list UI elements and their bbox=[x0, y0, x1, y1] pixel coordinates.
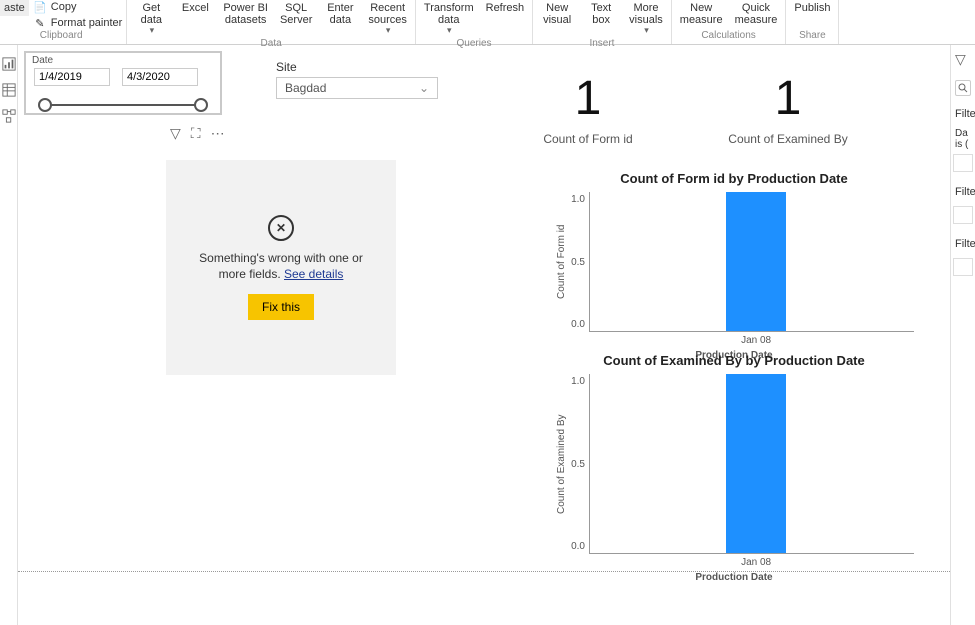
filter-box-3[interactable] bbox=[953, 258, 973, 276]
slicer-track bbox=[38, 98, 208, 112]
slicer-to-input[interactable] bbox=[122, 68, 198, 86]
format-painter-label: Format painter bbox=[51, 17, 123, 29]
filters-heading-3: Filte bbox=[951, 232, 975, 256]
fix-this-button[interactable]: Fix this bbox=[248, 294, 314, 320]
copy-button[interactable]: 📄 Copy bbox=[33, 0, 77, 14]
more-options-icon[interactable]: ⋯ bbox=[211, 125, 225, 142]
filter-card-date[interactable]: Da is ( bbox=[951, 126, 975, 152]
sql-server-button[interactable]: SQLServer bbox=[276, 0, 316, 28]
ribbon-group-data: Getdata▾ Excel Power BIdatasets SQLServe… bbox=[127, 0, 416, 44]
ribbon-group-share: Publish Share bbox=[786, 0, 839, 44]
card1-value: 1 bbox=[498, 71, 678, 126]
clipboard-group-label: Clipboard bbox=[40, 30, 83, 42]
ribbon-group-insert: Newvisual Textbox Morevisuals▾ Insert bbox=[533, 0, 672, 44]
see-details-link[interactable]: See details bbox=[284, 267, 343, 281]
chart2-x-tick: Jan 08 bbox=[726, 557, 786, 568]
filters-pane[interactable]: ▽ Filte Da is ( Filte Filte bbox=[950, 45, 975, 625]
excel-button[interactable]: Excel bbox=[175, 0, 215, 16]
filter-box-1[interactable] bbox=[953, 154, 973, 172]
ribbon-group-clipboard: aste 📄 Copy ✎ Format painter Clipboard bbox=[0, 0, 127, 44]
chart1-title: Count of Form id by Production Date bbox=[554, 171, 914, 186]
card2-value: 1 bbox=[698, 71, 878, 126]
error-message: Something's wrong with one or more field… bbox=[186, 251, 376, 282]
more-visuals-button[interactable]: Morevisuals▾ bbox=[625, 0, 667, 38]
left-view-rail bbox=[0, 45, 18, 625]
recent-sources-button[interactable]: Recentsources▾ bbox=[364, 0, 411, 38]
chart1-plot: Jan 08 bbox=[589, 192, 914, 332]
site-selected-value: Bagdad bbox=[285, 81, 326, 95]
card2-label: Count of Examined By bbox=[698, 132, 878, 146]
paste-button[interactable]: aste bbox=[0, 0, 29, 16]
chart1-bar[interactable] bbox=[726, 192, 786, 331]
paste-label: aste bbox=[4, 2, 25, 14]
chart2-x-axis-label: Production Date bbox=[554, 572, 914, 583]
chart1-x-tick: Jan 08 bbox=[726, 335, 786, 346]
ribbon: aste 📄 Copy ✎ Format painter Clipboard G… bbox=[0, 0, 975, 45]
chart2-plot: Jan 08 bbox=[589, 374, 914, 554]
chart2-bar[interactable] bbox=[726, 374, 786, 553]
new-visual-button[interactable]: Newvisual bbox=[537, 0, 577, 28]
error-x-icon: ✕ bbox=[268, 215, 294, 241]
get-data-button[interactable]: Getdata▾ bbox=[131, 0, 171, 38]
transform-data-button[interactable]: Transformdata▾ bbox=[420, 0, 478, 38]
slicer-from-input[interactable] bbox=[34, 68, 110, 86]
site-dropdown[interactable]: Bagdad ⌄ bbox=[276, 77, 438, 99]
slicer-handle-left[interactable] bbox=[38, 98, 52, 112]
error-visual[interactable]: ✕ Something's wrong with one or more fie… bbox=[166, 160, 396, 375]
model-view-icon[interactable] bbox=[2, 109, 16, 123]
date-slicer[interactable]: Date bbox=[24, 51, 222, 115]
report-view-icon[interactable] bbox=[2, 57, 16, 71]
site-label: Site bbox=[276, 60, 297, 74]
filters-heading: Filte bbox=[951, 102, 975, 126]
chart2-title: Count of Examined By by Production Date bbox=[554, 353, 914, 368]
canvas-bottom-border bbox=[18, 571, 950, 572]
enter-data-button[interactable]: Enterdata bbox=[320, 0, 360, 28]
filter-icon[interactable]: ▽ bbox=[170, 125, 181, 142]
slicer-action-bar: ▽ ⛶ ⋯ bbox=[170, 125, 225, 142]
new-measure-button[interactable]: Newmeasure bbox=[676, 0, 727, 28]
chart2-y-ticks: 1.0 0.5 0.0 bbox=[567, 374, 589, 554]
chevron-down-icon: ⌄ bbox=[419, 81, 429, 95]
chart1-y-ticks: 1.0 0.5 0.0 bbox=[567, 192, 589, 332]
filters-heading-2: Filte bbox=[951, 180, 975, 204]
slicer-handle-right[interactable] bbox=[194, 98, 208, 112]
clipboard-small: 📄 Copy ✎ Format painter bbox=[33, 0, 123, 30]
format-painter-icon: ✎ bbox=[33, 16, 47, 30]
data-view-icon[interactable] bbox=[2, 83, 16, 97]
refresh-button[interactable]: Refresh bbox=[482, 0, 529, 16]
text-box-button[interactable]: Textbox bbox=[581, 0, 621, 28]
ribbon-group-calculations: Newmeasure Quickmeasure Calculations bbox=[672, 0, 787, 44]
report-canvas: Date ▽ ⛶ ⋯ ✕ Something's wrong with one … bbox=[18, 45, 950, 625]
format-painter-button[interactable]: ✎ Format painter bbox=[33, 16, 123, 30]
chart2-y-axis-label: Count of Examined By bbox=[554, 374, 567, 554]
search-icon[interactable] bbox=[955, 80, 971, 96]
ribbon-group-queries: Transformdata▾ Refresh Queries bbox=[416, 0, 533, 44]
chart-form-id[interactable]: Count of Form id by Production Date Coun… bbox=[554, 171, 914, 361]
copy-label: Copy bbox=[51, 1, 77, 13]
focus-mode-icon[interactable]: ⛶ bbox=[191, 125, 201, 142]
slicer-line bbox=[44, 104, 202, 106]
quick-measure-button[interactable]: Quickmeasure bbox=[731, 0, 782, 28]
slicer-header: Date bbox=[26, 53, 220, 68]
calculations-group-label: Calculations bbox=[701, 30, 755, 42]
pbi-datasets-button[interactable]: Power BIdatasets bbox=[219, 0, 272, 28]
copy-icon: 📄 bbox=[33, 0, 47, 14]
funnel-icon[interactable]: ▽ bbox=[955, 51, 966, 68]
share-group-label: Share bbox=[799, 30, 826, 42]
chart1-y-axis-label: Count of Form id bbox=[554, 192, 567, 332]
card-count-form-id[interactable]: 1 Count of Form id bbox=[498, 71, 678, 146]
chart-examined-by[interactable]: Count of Examined By by Production Date … bbox=[554, 353, 914, 583]
card-count-examined-by[interactable]: 1 Count of Examined By bbox=[698, 71, 878, 146]
card1-label: Count of Form id bbox=[498, 132, 678, 146]
publish-button[interactable]: Publish bbox=[790, 0, 834, 16]
filter-box-2[interactable] bbox=[953, 206, 973, 224]
